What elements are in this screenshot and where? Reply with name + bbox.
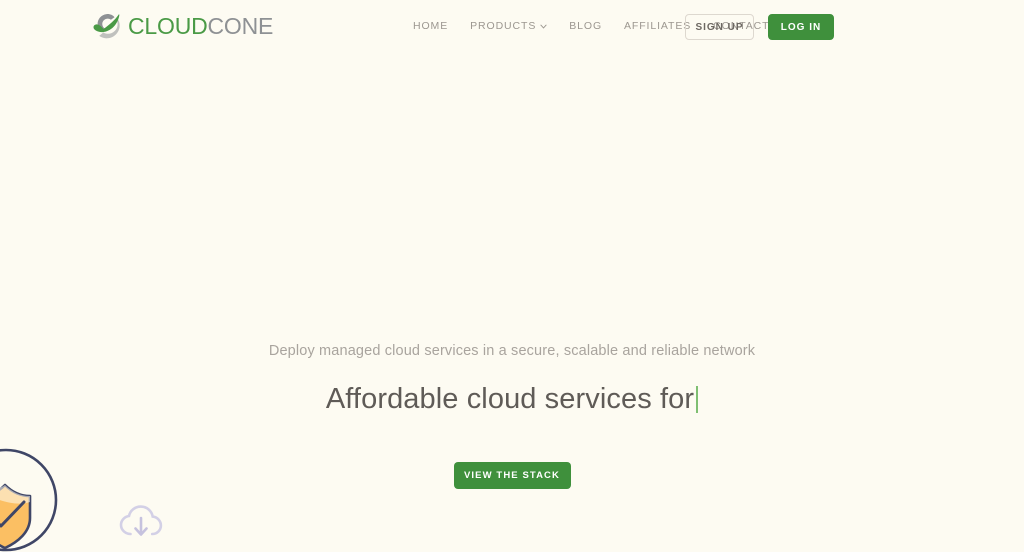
hero-section: Deploy managed cloud services in a secur… bbox=[0, 340, 1024, 489]
brand-name-part2: CONE bbox=[208, 13, 274, 39]
cloud-download-icon bbox=[118, 503, 164, 543]
hero-title-row: Affordable cloud services for bbox=[326, 379, 698, 419]
landing-page: CLOUDCONE HOME PRODUCTS BLOG AFFILIATES … bbox=[0, 0, 1024, 552]
sign-up-button[interactable]: SIGN UP bbox=[685, 14, 754, 40]
brand-wordmark: CLOUDCONE bbox=[128, 11, 273, 41]
view-the-stack-button[interactable]: VIEW THE STACK bbox=[454, 462, 571, 489]
nav-item-products[interactable]: PRODUCTS bbox=[470, 20, 547, 32]
typing-caret bbox=[696, 386, 698, 413]
site-header: CLOUDCONE HOME PRODUCTS BLOG AFFILIATES … bbox=[0, 0, 1024, 55]
log-in-button[interactable]: LOG IN bbox=[768, 14, 834, 40]
nav-item-label: HOME bbox=[413, 20, 448, 32]
chevron-down-icon bbox=[540, 23, 547, 30]
nav-item-home[interactable]: HOME bbox=[413, 20, 448, 32]
header-actions: SIGN UP LOG IN bbox=[685, 14, 834, 40]
nav-item-label: AFFILIATES bbox=[624, 20, 691, 32]
nav-item-affiliates[interactable]: AFFILIATES bbox=[624, 20, 691, 32]
nav-item-label: PRODUCTS bbox=[470, 20, 536, 32]
nav-item-label: BLOG bbox=[569, 20, 602, 32]
hero-subtitle: Deploy managed cloud services in a secur… bbox=[269, 340, 755, 362]
brand-name-part1: CLOUD bbox=[128, 13, 208, 39]
nav-item-blog[interactable]: BLOG bbox=[569, 20, 602, 32]
cloudcone-swoosh-logo-icon bbox=[92, 11, 122, 41]
hero-cta-wrap: VIEW THE STACK bbox=[454, 462, 571, 489]
brand-logo-link[interactable]: CLOUDCONE bbox=[92, 11, 273, 41]
hero-title: Affordable cloud services for bbox=[326, 379, 694, 419]
